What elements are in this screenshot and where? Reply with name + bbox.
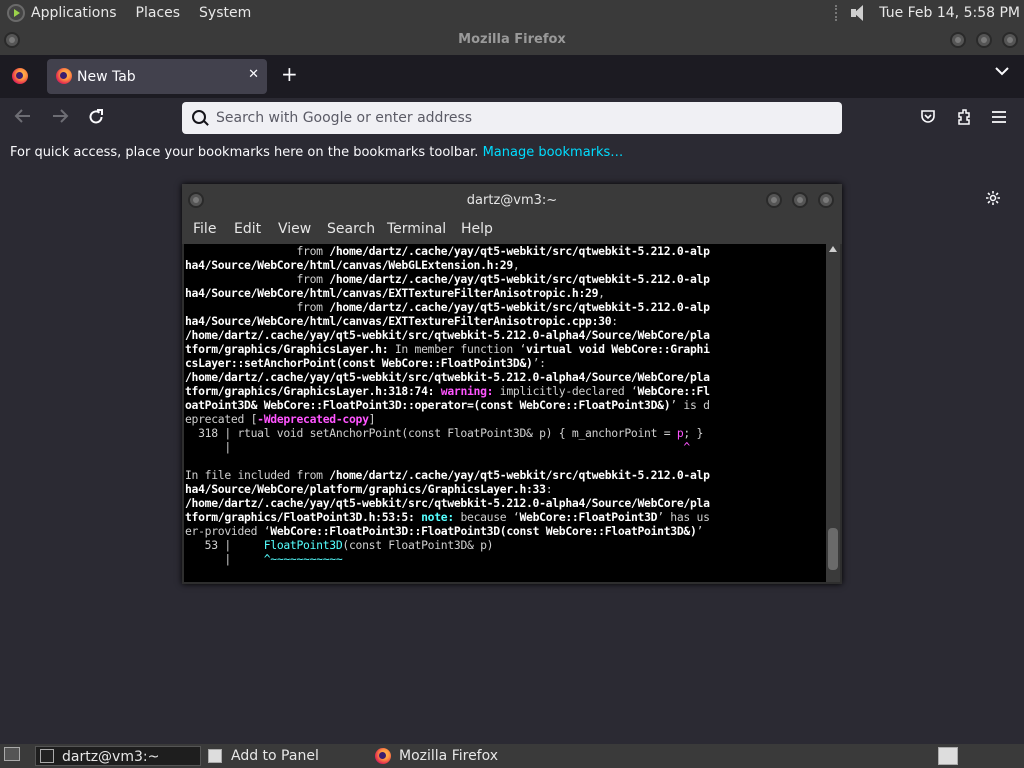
bottom-panel: dartz@vm3:~ Add to Panel Mozilla Firefox (0, 744, 1024, 768)
back-icon[interactable] (14, 108, 32, 129)
tab-label: New Tab (77, 69, 136, 85)
terminal-icon (40, 749, 54, 763)
menu-edit[interactable]: Edit (234, 221, 261, 237)
taskbar-item-label: Add to Panel (231, 748, 319, 764)
terminal-title: dartz@vm3:~ (466, 193, 558, 208)
terminal-maximize-button[interactable] (792, 192, 808, 208)
top-panel: Applications Places System Tue Feb 14, 5… (0, 0, 1024, 25)
tab-favicon-icon (56, 68, 72, 84)
list-all-tabs-icon[interactable] (995, 64, 1009, 80)
search-icon (192, 110, 206, 124)
menu-search[interactable]: Search (327, 221, 375, 237)
manage-bookmarks-link[interactable]: Manage bookmarks… (483, 145, 624, 160)
taskbar-item-firefox[interactable]: Mozilla Firefox (372, 746, 542, 766)
forward-icon[interactable] (51, 108, 69, 129)
menu-view[interactable]: View (278, 221, 311, 237)
terminal-scrollbar[interactable] (826, 244, 840, 582)
reload-icon[interactable] (87, 108, 105, 131)
terminal-close-button[interactable] (818, 192, 834, 208)
terminal-titlebar[interactable]: dartz@vm3:~ (182, 184, 842, 216)
close-window-button[interactable] (1002, 32, 1018, 48)
system-menu[interactable]: System (199, 5, 251, 21)
firefox-view-icon[interactable] (12, 68, 28, 84)
workspace-switcher[interactable] (938, 747, 958, 765)
taskbar-item-terminal[interactable]: dartz@vm3:~ (35, 746, 201, 766)
firefox-icon (375, 748, 391, 764)
menu-file[interactable]: File (193, 221, 216, 237)
distro-logo-icon[interactable] (7, 3, 25, 22)
taskbar-item-label: dartz@vm3:~ (62, 749, 160, 765)
window-title: Mozilla Firefox (458, 32, 566, 47)
minimize-button[interactable] (950, 32, 966, 48)
tab-new-tab[interactable]: New Tab ✕ (47, 59, 267, 94)
pocket-icon[interactable] (920, 108, 936, 129)
terminal-window[interactable]: dartz@vm3:~ File Edit View Search Termin… (182, 184, 842, 584)
taskbar-item-add-to-panel[interactable]: Add to Panel (205, 746, 365, 766)
extensions-icon[interactable] (956, 108, 972, 131)
show-desktop-icon[interactable] (4, 747, 20, 761)
url-input[interactable]: Search with Google or enter address (216, 110, 472, 126)
scroll-up-icon[interactable] (829, 246, 837, 252)
gear-icon[interactable] (985, 190, 1001, 206)
panel-handle (835, 4, 841, 21)
applications-menu[interactable]: Applications (31, 5, 117, 21)
terminal-minimize-button[interactable] (766, 192, 782, 208)
menu-help[interactable]: Help (461, 221, 493, 237)
bookmarks-toolbar: For quick access, place your bookmarks h… (0, 138, 1024, 168)
app-menu-icon[interactable] (992, 108, 1006, 128)
terminal-menubar: File Edit View Search Terminal Help (182, 216, 842, 244)
panel-icon (208, 749, 222, 763)
tab-close-icon[interactable]: ✕ (248, 67, 259, 82)
terminal-output[interactable]: from /home/dartz/.cache/yay/qt5-webkit/s… (184, 244, 826, 582)
menu-terminal[interactable]: Terminal (387, 221, 446, 237)
volume-icon[interactable] (849, 4, 867, 22)
terminal-text: from /home/dartz/.cache/yay/qt5-webkit/s… (185, 244, 710, 566)
firefox-titlebar: Mozilla Firefox (0, 25, 1024, 55)
taskbar-item-label: Mozilla Firefox (399, 748, 499, 764)
bookmarks-hint: For quick access, place your bookmarks h… (10, 145, 479, 160)
places-menu[interactable]: Places (136, 5, 181, 21)
urlbar[interactable]: Search with Google or enter address (182, 102, 842, 134)
clock[interactable]: Tue Feb 14, 5:58 PM (879, 5, 1020, 21)
scrollbar-thumb[interactable] (828, 528, 838, 570)
new-tab-button[interactable]: + (281, 64, 298, 84)
maximize-button[interactable] (976, 32, 992, 48)
